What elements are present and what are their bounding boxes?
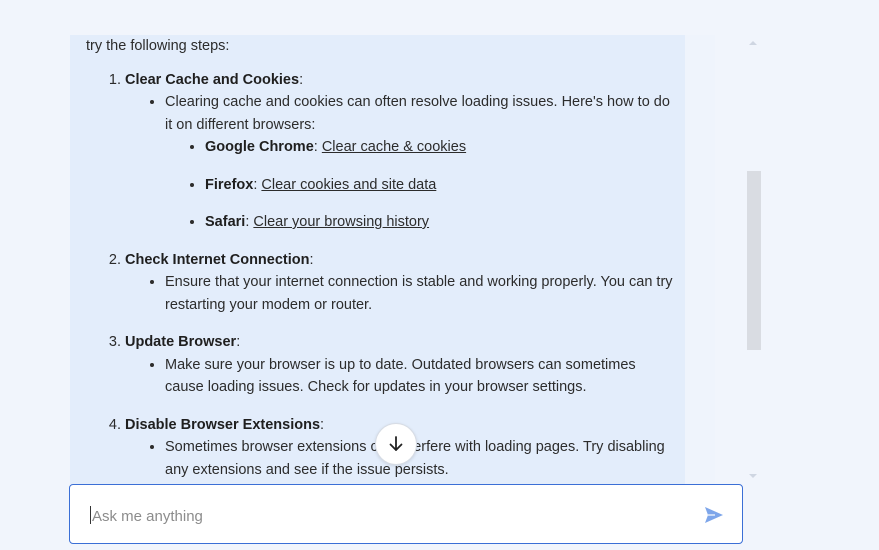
browser-list: Google Chrome: Clear cache & cookies Fir… (165, 136, 676, 234)
chat-scrollbar[interactable] (745, 35, 761, 484)
browser-item: Firefox: Clear cookies and site data (205, 174, 676, 197)
browser-name: Firefox (205, 176, 254, 193)
scroll-to-bottom-button[interactable] (375, 423, 417, 465)
step-bullet: Make sure your browser is up to date. Ou… (165, 354, 676, 399)
step-bullet: Ensure that your internet connection is … (165, 271, 676, 316)
scroll-thumb[interactable] (747, 171, 761, 350)
text-caret (90, 506, 91, 524)
send-button[interactable] (703, 504, 725, 526)
scroll-up-arrow-icon[interactable] (749, 41, 757, 45)
scroll-down-arrow-icon[interactable] (749, 474, 757, 478)
step-bullet: Sometimes browser extensions can interfe… (165, 436, 676, 481)
message-intro: try the following steps: (86, 38, 230, 54)
step-title: Clear Cache and Cookies (125, 71, 300, 88)
step-title: Update Browser (125, 334, 237, 350)
browser-name: Google Chrome (205, 139, 314, 155)
firefox-clear-link[interactable]: Clear cookies and site data (261, 177, 436, 193)
chat-message-panel: try the following steps: Clear Cache and… (70, 35, 685, 484)
step-item: Check Internet Connection: Ensure that y… (125, 249, 676, 317)
steps-list: Clear Cache and Cookies: Clearing cache … (86, 69, 676, 482)
assistant-message: try the following steps: Clear Cache and… (86, 35, 676, 481)
chrome-clear-link[interactable]: Clear cache & cookies (322, 139, 466, 155)
safari-clear-link[interactable]: Clear your browsing history (253, 214, 429, 230)
browser-item: Safari: Clear your browsing history (205, 211, 676, 234)
step-item: Clear Cache and Cookies: Clearing cache … (125, 69, 676, 234)
browser-name: Safari (205, 214, 246, 230)
step-item: Update Browser: Make sure your browser i… (125, 331, 676, 399)
step-bullet: Clearing cache and cookies can often res… (165, 91, 676, 234)
panel-gutter (685, 35, 715, 484)
message-input[interactable] (90, 503, 684, 529)
browser-item: Google Chrome: Clear cache & cookies (205, 136, 676, 159)
step-title: Check Internet Connection (125, 251, 310, 268)
chat-composer (69, 484, 743, 544)
arrow-down-icon (389, 436, 403, 451)
step-title: Disable Browser Extensions (125, 416, 321, 433)
send-icon (705, 507, 723, 523)
